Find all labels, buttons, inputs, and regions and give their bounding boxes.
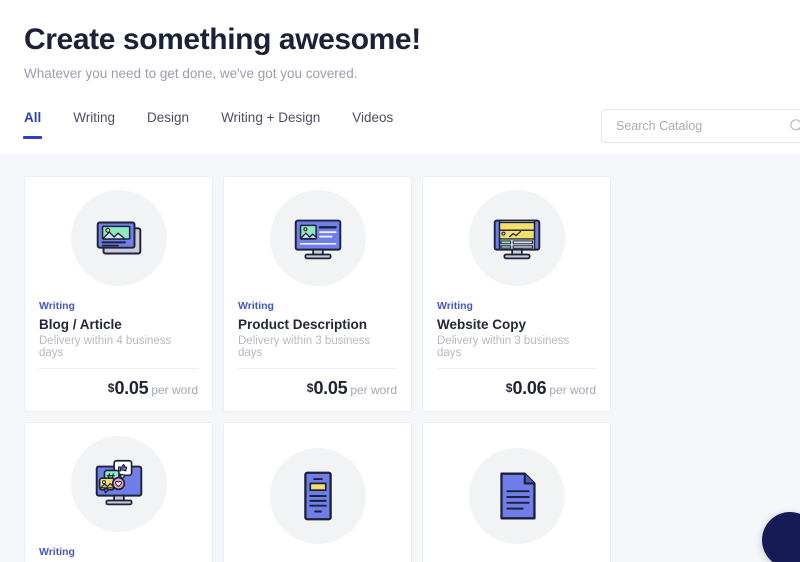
- card-category-label: Writing: [238, 299, 274, 312]
- service-card-grid: Writing Blog / Article Delivery within 4 b…: [24, 176, 800, 562]
- card-icon-area: [437, 177, 596, 300]
- service-card[interactable]: Writing Blog / Article Delivery within 4 b…: [24, 176, 213, 412]
- card-price: $0.05 per word: [39, 378, 198, 399]
- card-title: Product Description: [238, 316, 368, 332]
- price-unit: per word: [350, 383, 397, 397]
- price-unit: per word: [549, 383, 596, 397]
- website-page-icon: [468, 190, 565, 287]
- search-icon[interactable]: [789, 118, 800, 134]
- card-delivery-text: Delivery within 4 business days: [39, 335, 198, 369]
- catalog-page: Create something awesome! Whatever you n…: [0, 0, 800, 562]
- card-title: Blog / Article: [39, 316, 122, 332]
- desktop-monitor-icon: [269, 190, 366, 287]
- highlighted-document-icon: [269, 448, 366, 544]
- page-title: Create something awesome!: [24, 23, 421, 56]
- service-card[interactable]: WritingSocial Media CopyDelivery within …: [24, 422, 213, 562]
- service-card[interactable]: [422, 422, 611, 562]
- search-box[interactable]: [601, 109, 800, 143]
- page-subtitle: Whatever you need to get done, we've got…: [24, 66, 358, 81]
- service-card[interactable]: [223, 422, 412, 562]
- document-page-icon: [468, 448, 565, 544]
- card-title: Website Copy: [437, 316, 527, 332]
- stacked-images-icon: [70, 190, 167, 287]
- tab-design[interactable]: Design: [147, 104, 189, 139]
- card-icon-area: [238, 423, 397, 562]
- service-card[interactable]: Writing Product Description Delivery withi…: [223, 176, 412, 412]
- card-delivery-text: Delivery within 3 business days: [238, 335, 397, 369]
- card-icon-area: [39, 423, 198, 546]
- card-price: $0.06 per word: [437, 378, 596, 399]
- card-price: $0.05 per word: [238, 378, 397, 399]
- card-icon-area: [39, 177, 198, 300]
- card-category-label: Writing: [39, 299, 75, 312]
- tab-writing[interactable]: Writing: [73, 104, 115, 139]
- catalog-grid-area: Writing Blog / Article Delivery within 4 b…: [0, 154, 800, 562]
- card-icon-area: [238, 177, 397, 300]
- card-delivery-text: Delivery within 3 business days: [437, 335, 596, 369]
- service-card[interactable]: Writing Website Copy Delivery within 3 bus…: [422, 176, 611, 412]
- tabs-container: All Writing Design Writing + Design Videos: [22, 104, 425, 148]
- search-input[interactable]: [616, 119, 789, 133]
- tab-writing-design[interactable]: Writing + Design: [221, 104, 320, 139]
- tab-all[interactable]: All: [22, 104, 43, 139]
- price-amount: 0.05: [114, 378, 149, 398]
- tab-videos[interactable]: Videos: [352, 104, 393, 139]
- card-category-label: Writing: [39, 545, 75, 558]
- price-amount: 0.05: [313, 378, 348, 398]
- page-header: Create something awesome! Whatever you n…: [0, 0, 800, 81]
- card-category-label: Writing: [437, 299, 473, 312]
- price-amount: 0.06: [512, 378, 547, 398]
- social-media-icon: [70, 436, 167, 533]
- card-icon-area: [437, 423, 596, 562]
- price-unit: per word: [151, 383, 198, 397]
